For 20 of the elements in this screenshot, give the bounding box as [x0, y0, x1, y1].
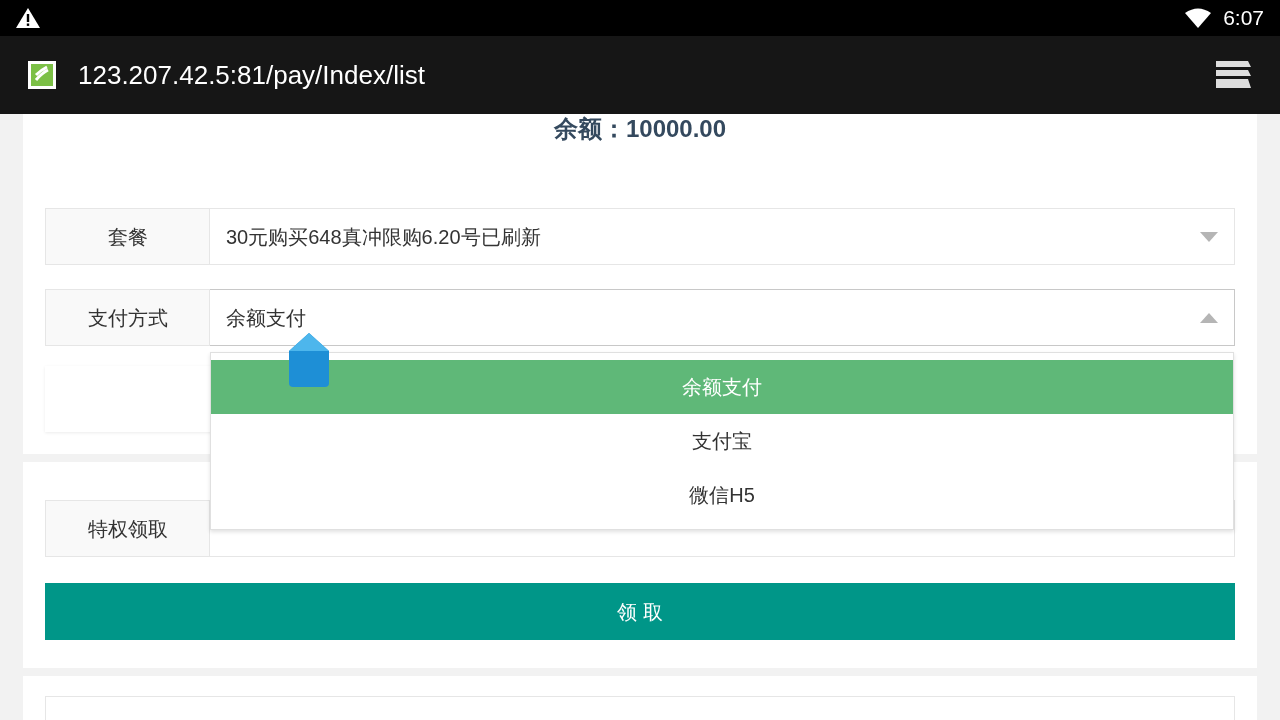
- field-label: 特权领取: [45, 500, 210, 557]
- dropdown-option[interactable]: 微信H5: [211, 468, 1233, 522]
- field-label: 支付方式: [45, 289, 210, 346]
- select-field[interactable]: 余额支付: [210, 289, 1235, 346]
- warning-icon: [16, 8, 40, 28]
- claim-button[interactable]: 领 取: [45, 583, 1235, 640]
- select-value: 30元购买648真冲限购6.20号已刷新: [226, 224, 541, 250]
- select-field[interactable]: 30元购买648真冲限购6.20号已刷新: [210, 208, 1235, 265]
- site-logo-icon: [28, 61, 56, 89]
- url-text[interactable]: 123.207.42.5:81/pay/Index/list: [78, 55, 1216, 95]
- wifi-icon: [1185, 8, 1212, 28]
- field-label: 套餐: [45, 208, 210, 265]
- caret-up-icon: [1200, 312, 1218, 323]
- clock: 6:07: [1223, 5, 1264, 32]
- tabs-icon[interactable]: [1216, 61, 1252, 89]
- selection-handle-icon: [289, 333, 329, 389]
- caret-down-icon: [1200, 231, 1218, 242]
- dropdown-option[interactable]: 支付宝: [211, 414, 1233, 468]
- select-value: 余额支付: [226, 305, 306, 331]
- balance-text: 余额：10000.00: [553, 114, 727, 144]
